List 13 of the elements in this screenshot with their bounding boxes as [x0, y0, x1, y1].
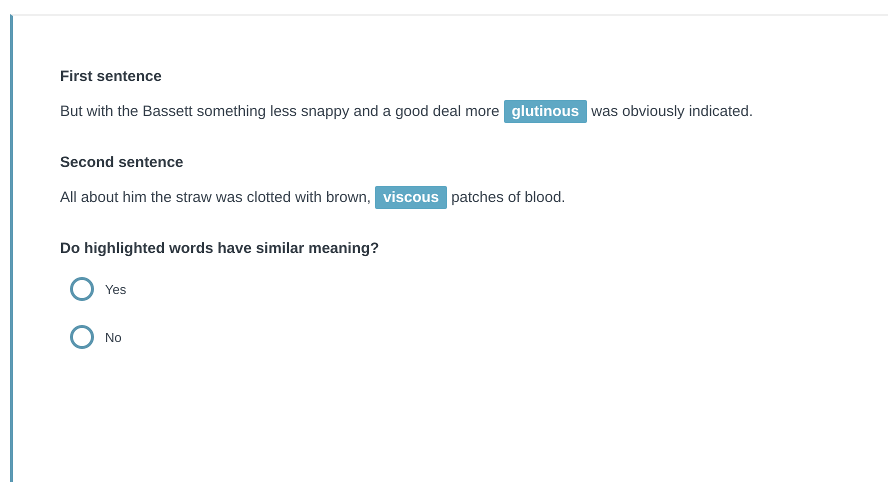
radio-option[interactable]: Yes	[70, 277, 126, 301]
sentence-text: patches of blood.	[451, 189, 566, 206]
sentence-heading: Second sentence	[60, 154, 184, 171]
radio-option[interactable]: No	[70, 325, 122, 349]
question-text: Do highlighted words have similar meaning?	[60, 240, 380, 257]
sentence-text: was obviously indicated.	[591, 103, 754, 120]
sentence-heading: First sentence	[60, 68, 163, 85]
highlighted-word: viscous	[375, 186, 448, 209]
sentence-text: All about him the straw was clotted with brown,	[60, 189, 371, 206]
radio-button[interactable]	[70, 325, 94, 349]
radio-button[interactable]	[70, 277, 94, 301]
sentence-text: But with the Bassett something less snappy and a good deal more	[60, 103, 500, 120]
highlighted-word: glutinous	[504, 100, 588, 123]
